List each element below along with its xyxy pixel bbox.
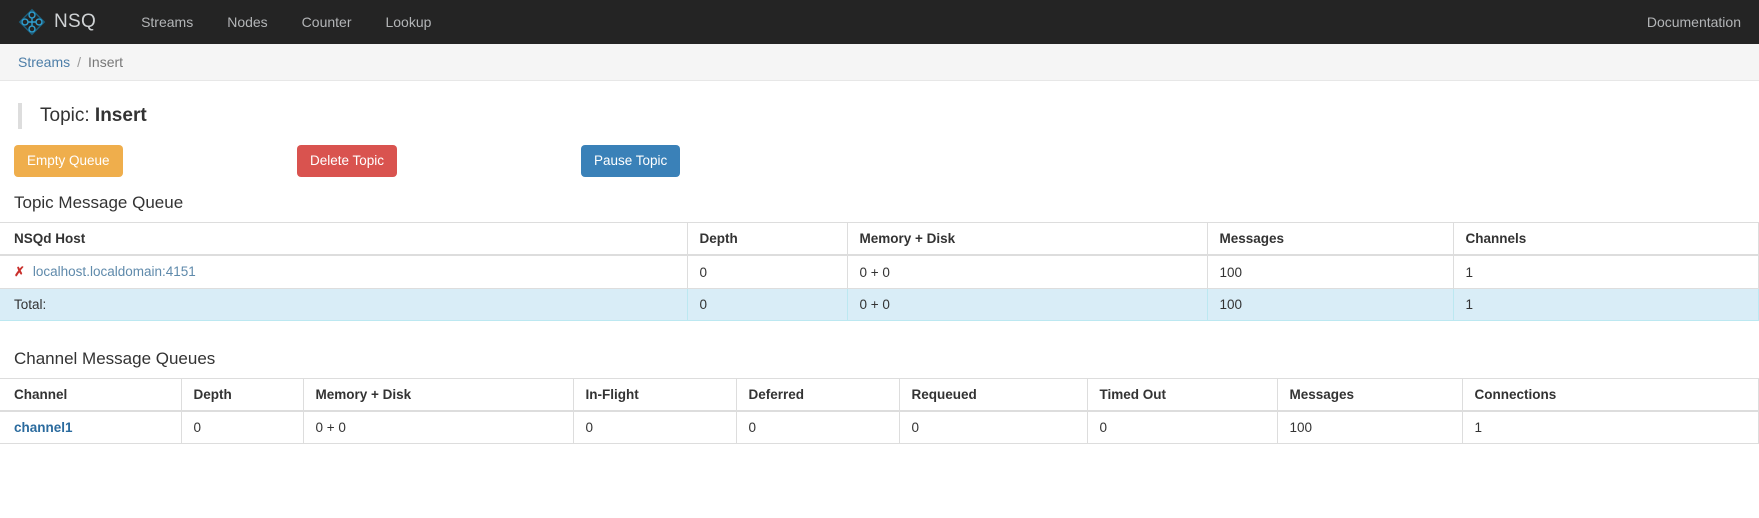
nav-right-group: Documentation [1647, 0, 1741, 44]
cell-memory-disk: 0 + 0 [847, 255, 1207, 289]
col-depth: Depth [687, 223, 847, 256]
cell-depth: 0 [687, 255, 847, 289]
table-header-row: Channel Depth Memory + Disk In-Flight De… [0, 379, 1759, 412]
top-navbar: NSQ Streams Nodes Counter Lookup Documen… [0, 0, 1759, 44]
col-channels: Channels [1453, 223, 1759, 256]
table-row: channel1 0 0 + 0 0 0 0 0 100 1 [0, 411, 1759, 444]
cell-total-memory-disk: 0 + 0 [847, 289, 1207, 321]
col-memory-disk: Memory + Disk [303, 379, 573, 412]
breadcrumb-streams-link[interactable]: Streams [18, 54, 70, 70]
col-deferred: Deferred [736, 379, 899, 412]
col-messages: Messages [1207, 223, 1453, 256]
topic-queue-body: ✗ localhost.localdomain:4151 0 0 + 0 1 00 … [0, 255, 1759, 321]
cell-in-flight: 0 [573, 411, 736, 444]
cell-total-label: Total: [0, 289, 687, 321]
cell-connections: 1 [1462, 411, 1759, 444]
channel-queues-title: Channel Message Queues [14, 349, 1759, 369]
topic-queue-title: Topic Message Queue [14, 193, 1759, 213]
nav-links: Streams Nodes Counter Lookup [124, 0, 448, 44]
nav-item-lookup[interactable]: Lookup [368, 0, 448, 44]
topic-message-queue-table: NSQd Host Depth Memory + Disk Messages C… [0, 222, 1759, 321]
nav-item-counter[interactable]: Counter [285, 0, 369, 44]
cell-depth: 0 [181, 411, 303, 444]
channel-message-queues-table: Channel Depth Memory + Disk In-Flight De… [0, 378, 1759, 444]
table-row: ✗localhost.localdomain:4151 0 0 + 0 100 … [0, 255, 1759, 289]
col-messages: Messages [1277, 379, 1462, 412]
nsq-diamond-logo-icon [18, 8, 46, 36]
nav-item-streams[interactable]: Streams [124, 0, 210, 44]
empty-queue-button[interactable]: Empty Queue [14, 145, 123, 177]
page-header: Topic: Insert [0, 81, 1759, 145]
nav-item-nodes[interactable]: Nodes [210, 0, 284, 44]
delete-topic-button[interactable]: Delete Topic [297, 145, 397, 177]
cell-nsqd-host: ✗ localhost.localdomain:4151 [0, 255, 687, 289]
page-title-prefix: Topic: [40, 105, 90, 126]
page-title-topic: Insert [95, 105, 147, 126]
col-requeued: Requeued [899, 379, 1087, 412]
cell-total-channels: 1 [1453, 289, 1759, 321]
cell-total-depth: 0 [687, 289, 847, 321]
table-header-row: NSQd Host Depth Memory + Disk Messages C… [0, 223, 1759, 256]
brand-home-link[interactable]: NSQ [18, 8, 96, 36]
topic-queue-head: NSQd Host Depth Memory + Disk Messages C… [0, 223, 1759, 256]
cell-channel: channel1 [0, 411, 181, 444]
col-nsqd-host: NSQd Host [0, 223, 687, 256]
brand-label: NSQ [54, 11, 96, 33]
table-total-row: Total: 0 0 + 0 100 1 [0, 289, 1759, 321]
x-mark-icon: ✗ [14, 264, 25, 280]
cell-timed-out: 0 [1087, 411, 1277, 444]
col-timed-out: Timed Out [1087, 379, 1277, 412]
channel-queues-body: channel1 0 0 + 0 0 0 0 0 100 1 [0, 411, 1759, 444]
page-title: Topic: Insert [40, 105, 147, 127]
heading-accent-bar [18, 103, 22, 129]
breadcrumb-separator: / [77, 54, 81, 70]
col-in-flight: In-Flight [573, 379, 736, 412]
cell-messages: 100 [1207, 255, 1453, 289]
nav-item-documentation[interactable]: Documentation [1647, 14, 1741, 30]
channel-queues-head: Channel Depth Memory + Disk In-Flight De… [0, 379, 1759, 412]
col-connections: Connections [1462, 379, 1759, 412]
cell-total-messages: 100 [1207, 289, 1453, 321]
cell-deferred: 0 [736, 411, 899, 444]
pause-topic-button[interactable]: Pause Topic [581, 145, 680, 177]
col-channel: Channel [0, 379, 181, 412]
col-depth: Depth [181, 379, 303, 412]
channel-link[interactable]: channel1 [14, 420, 73, 435]
breadcrumb: Streams / Insert [0, 44, 1759, 81]
breadcrumb-current: Insert [88, 54, 123, 70]
cell-memory-disk: 0 + 0 [303, 411, 573, 444]
nsqd-host-link[interactable]: localhost.localdomain:4151 [33, 264, 196, 279]
cell-messages: 100 [1277, 411, 1462, 444]
cell-channels: 1 [1453, 255, 1759, 289]
cell-requeued: 0 [899, 411, 1087, 444]
col-memory-disk: Memory + Disk [847, 223, 1207, 256]
topic-actions: Empty Queue Delete Topic Pause Topic [0, 145, 1759, 185]
